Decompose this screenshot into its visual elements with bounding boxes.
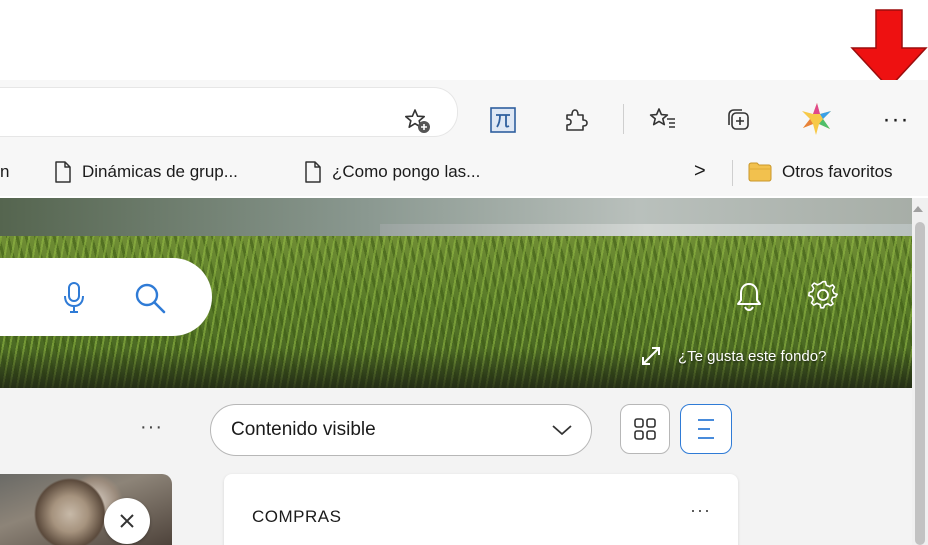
other-favorites-folder[interactable]: Otros favoritos	[748, 158, 893, 186]
list-icon	[698, 419, 714, 439]
favorite-item-label: n	[0, 162, 10, 181]
like-background-label: ¿Te gusta este fondo?	[678, 347, 827, 365]
collections-icon[interactable]	[720, 102, 756, 138]
list-layout-button[interactable]	[680, 404, 732, 454]
grid-layout-button[interactable]	[620, 404, 670, 454]
scroll-up-arrow-icon[interactable]	[913, 206, 923, 212]
other-favorites-label: Otros favoritos	[782, 162, 893, 181]
card-more-options-button[interactable]: ···	[690, 500, 711, 521]
extensions-puzzle-icon[interactable]	[558, 102, 594, 138]
favorite-item-label: Dinámicas de grup...	[82, 162, 238, 181]
notifications-bell-icon[interactable]	[732, 278, 766, 314]
browser-toolbar	[0, 80, 928, 148]
expand-arrows-icon	[642, 347, 660, 365]
top-blank-area	[0, 0, 928, 80]
page-settings-gear-icon[interactable]	[804, 276, 842, 314]
dropdown-selected-value: Contenido visible	[231, 419, 376, 440]
card-title: COMPRAS	[252, 507, 342, 526]
annotation-arrow-icon	[850, 9, 928, 90]
favorite-item-partial[interactable]: n	[0, 158, 9, 186]
grid-icon	[634, 418, 656, 440]
content-visibility-dropdown[interactable]: Contenido visible	[210, 404, 592, 456]
address-bar[interactable]	[0, 87, 458, 137]
page-icon	[55, 161, 71, 183]
pi-extension-icon[interactable]	[485, 102, 521, 138]
like-background-link[interactable]: ¿Te gusta este fondo?	[640, 342, 826, 370]
web-search-box[interactable]	[0, 258, 212, 336]
favorites-separator	[732, 160, 733, 186]
search-icon[interactable]	[130, 278, 170, 318]
folder-icon	[748, 162, 772, 182]
settings-and-more-button[interactable]: ···	[876, 102, 916, 138]
favorite-item-dinamicas[interactable]: Dinámicas de grup...	[54, 158, 238, 186]
favorite-item-label: ¿Como pongo las...	[332, 162, 481, 181]
chevron-down-icon[interactable]	[550, 420, 574, 440]
close-icon[interactable]	[104, 498, 150, 544]
microphone-icon[interactable]	[58, 278, 90, 318]
feed-more-options-button[interactable]: ···	[140, 416, 170, 440]
favorites-icon[interactable]	[645, 102, 681, 138]
favorite-item-como-pongo[interactable]: ¿Como pongo las...	[304, 158, 480, 186]
toolbar-separator	[623, 104, 624, 134]
more-favorites-chevron-icon[interactable]: >	[694, 160, 714, 184]
add-favorite-icon[interactable]	[400, 104, 434, 138]
scrollbar-thumb[interactable]	[915, 222, 925, 545]
page-icon	[305, 161, 321, 183]
copilot-icon[interactable]	[796, 98, 838, 140]
